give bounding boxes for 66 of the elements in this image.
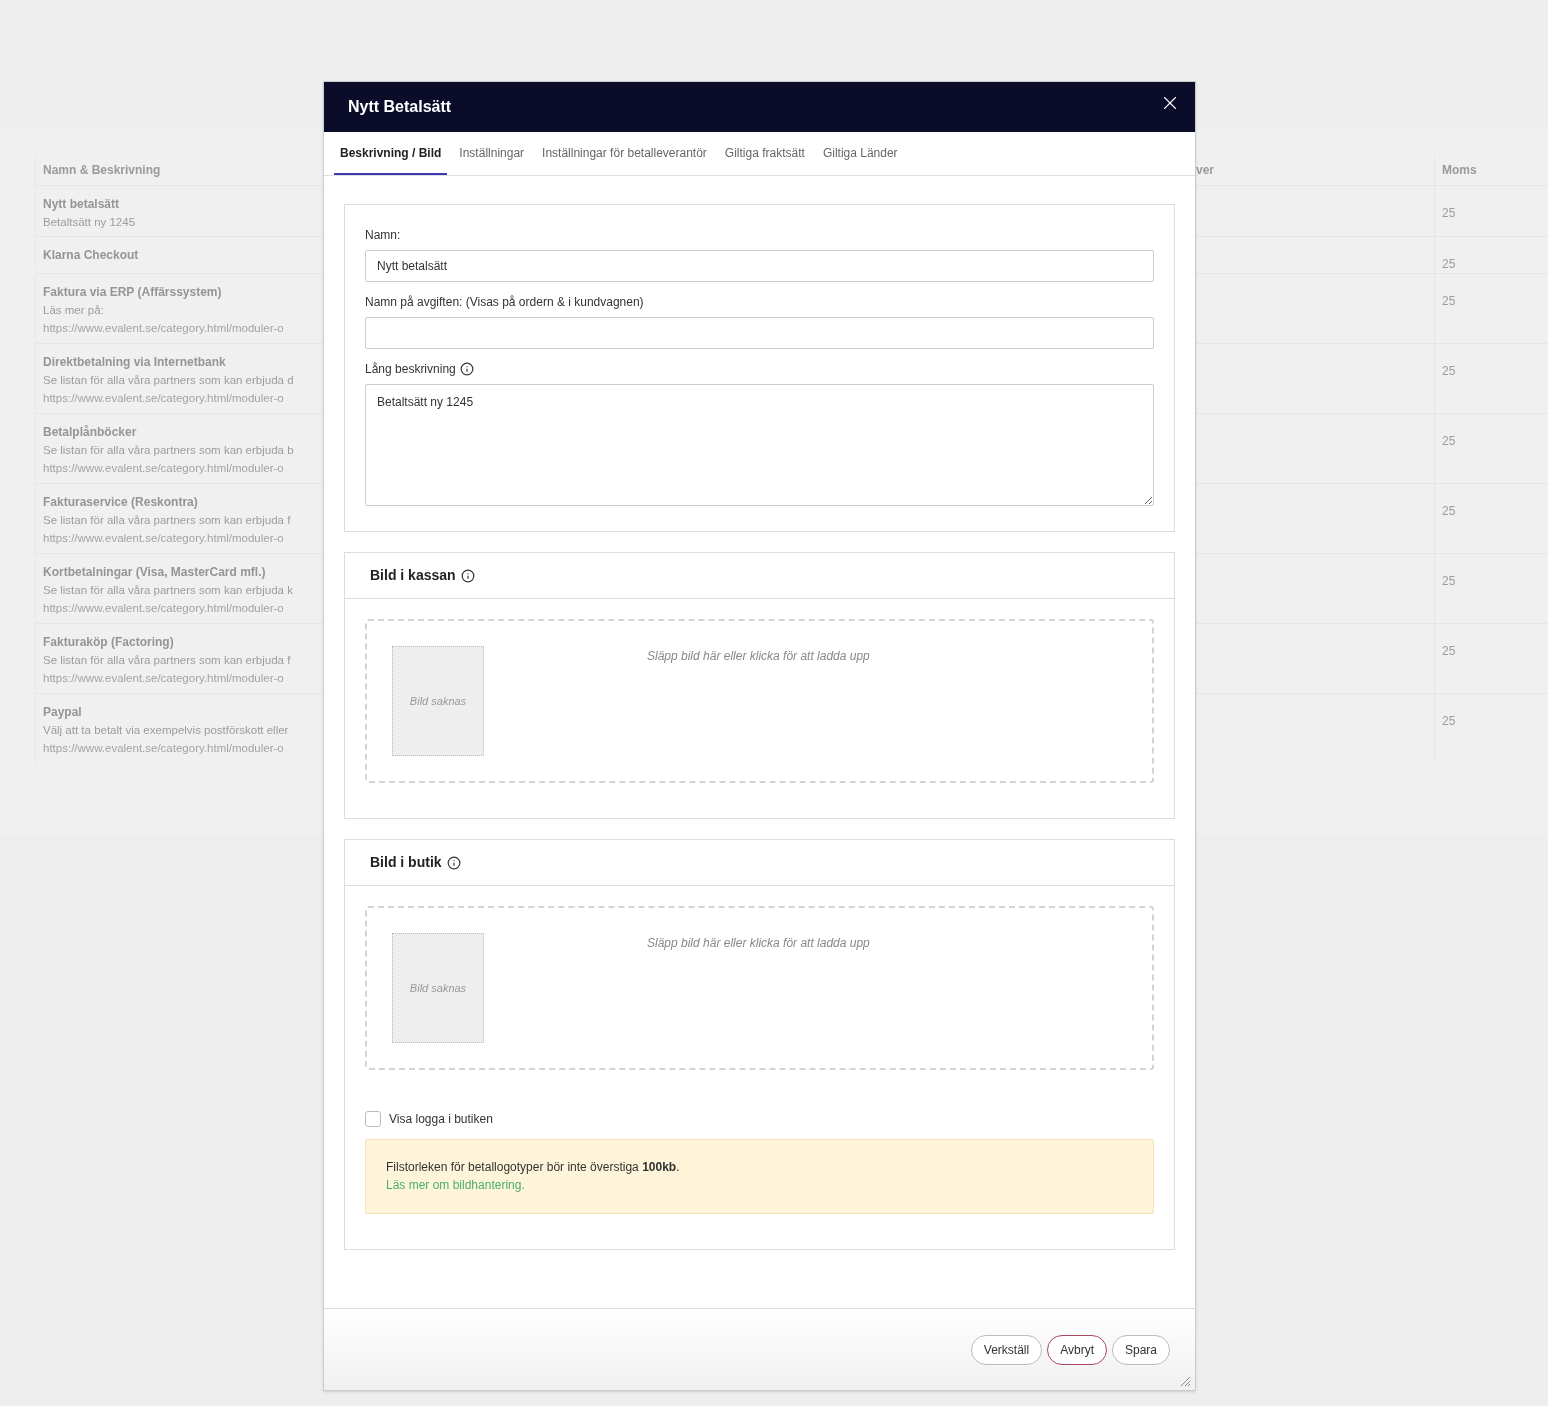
tab[interactable]: Inställningar	[453, 132, 531, 175]
section-title: Bild i butik	[370, 853, 442, 872]
row-title: Fakturaköp (Factoring)	[43, 634, 175, 651]
row-description: Betaltsätt ny 1245	[43, 215, 137, 230]
row-description: https://www.evalent.se/category.html/moduler-o	[43, 321, 285, 336]
fee-name-input[interactable]	[365, 317, 1154, 349]
row-description: https://www.evalent.se/category.html/moduler-o	[43, 671, 285, 686]
row-description: https://www.evalent.se/category.html/moduler-o	[43, 531, 285, 546]
image-dropzone[interactable]: Bild saknas Släpp bild här eller klicka för att ladda upp	[365, 619, 1154, 783]
row-description: Se listan för alla våra partners som kan erbjuda k	[43, 583, 294, 598]
dialog-button[interactable]: Avbryt	[1047, 1334, 1107, 1365]
info-icon[interactable]	[459, 362, 474, 376]
tab[interactable]: Beskrivning / Bild	[334, 132, 448, 175]
table-cell: 25	[1442, 257, 1456, 271]
row-description: Se listan för alla våra partners som kan erbjuda d	[43, 373, 295, 388]
info-icon[interactable]	[460, 568, 475, 583]
description-textarea[interactable]: Betaltsätt ny 1245	[365, 384, 1154, 506]
field-label: Lång beskrivning	[365, 361, 456, 378]
section-title: Bild i kassan	[370, 566, 456, 585]
checkbox[interactable]	[365, 1111, 381, 1127]
row-description: Se listan för alla våra partners som kan erbjuda f	[43, 653, 292, 668]
table-cell: 25	[1442, 504, 1456, 518]
table-cell: 25	[1442, 206, 1456, 220]
column-header: ver	[1196, 162, 1215, 179]
table-cell: 25	[1442, 294, 1456, 308]
row-description: https://www.evalent.se/category.html/moduler-o	[43, 741, 285, 756]
table-cell: 25	[1442, 644, 1456, 658]
row-description: https://www.evalent.se/category.html/moduler-o	[43, 601, 285, 616]
table-cell: 25	[1442, 714, 1456, 728]
row-title: Faktura via ERP (Affärssystem)	[43, 284, 223, 301]
table-cell: 25	[1442, 574, 1456, 588]
row-title: Kortbetalningar (Visa, MasterCard mfl.)	[43, 564, 267, 581]
row-title: Direktbetalning via Internetbank	[43, 354, 227, 371]
modal-title: Nytt Betalsätt	[348, 97, 452, 117]
row-title: Fakturaservice (Reskontra)	[43, 494, 199, 511]
table-cell: 25	[1442, 434, 1456, 448]
notice-text: Filstorleken för betallogotyper bör inte överstiga 100kb.	[386, 1159, 681, 1176]
tab[interactable]: Inställningar för betalleverantör	[536, 132, 713, 175]
image-dropzone[interactable]: Bild saknas Släpp bild här eller klicka för att ladda upp	[365, 906, 1154, 1070]
drop-hint: Släpp bild här eller klicka för att ladda upp	[647, 935, 870, 952]
row-title: Klarna Checkout	[43, 247, 140, 264]
drop-hint: Släpp bild här eller klicka för att ladda upp	[647, 648, 870, 665]
dialog-button[interactable]: Verkställ	[970, 1334, 1043, 1365]
row-description: Läs mer på:	[43, 303, 105, 318]
row-title: Paypal	[43, 704, 83, 721]
image-placeholder: Bild saknas	[392, 646, 484, 756]
row-description: Se listan för alla våra partners som kan erbjuda b	[43, 443, 295, 458]
field-label: Namn:	[365, 227, 402, 244]
row-description: Se listan för alla våra partners som kan erbjuda f	[43, 513, 292, 528]
row-description: Välj att ta betalt via exempelvis postförskott eller	[43, 723, 290, 738]
row-title: Betalplånböcker	[43, 424, 138, 441]
name-input[interactable]: Nytt betalsätt	[365, 250, 1154, 282]
column-header: Namn & Beskrivning	[43, 162, 161, 179]
row-description: https://www.evalent.se/category.html/moduler-o	[43, 461, 285, 476]
checkbox-label: Visa logga i butiken	[389, 1111, 493, 1128]
tab[interactable]: Giltiga Länder	[816, 132, 904, 175]
row-title: Nytt betalsätt	[43, 196, 120, 213]
field-label: Namn på avgiften: (Visas på ordern & i kundvagnen)	[365, 294, 645, 311]
image-placeholder: Bild saknas	[392, 933, 484, 1043]
row-description: https://www.evalent.se/category.html/moduler-o	[43, 391, 285, 406]
resize-grip-icon[interactable]	[1180, 1376, 1191, 1387]
info-icon[interactable]	[446, 855, 461, 870]
dialog-button[interactable]: Spara	[1111, 1334, 1170, 1365]
tab[interactable]: Giltiga fraktsätt	[718, 132, 811, 175]
table-cell: 25	[1442, 364, 1456, 378]
column-header: Moms	[1442, 162, 1477, 179]
